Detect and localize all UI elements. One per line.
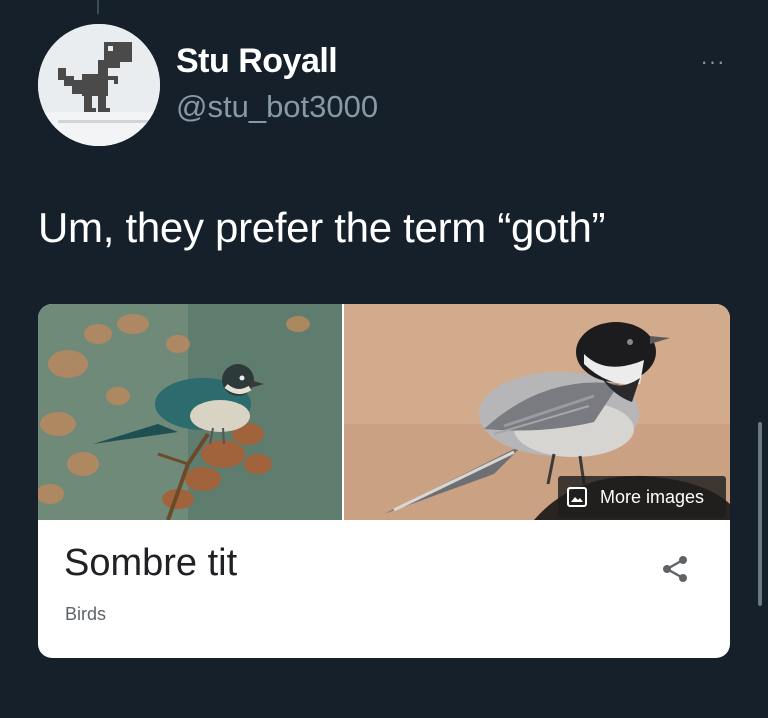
card-title[interactable]: Sombre tit [64,542,237,585]
image-icon [567,487,587,507]
author-handle[interactable]: @stu_bot3000 [176,89,378,125]
share-icon[interactable] [658,552,692,586]
bird-image-painting[interactable] [38,304,342,520]
more-options-icon[interactable]: ··· [698,51,728,73]
card-subtitle: Birds [65,604,107,624]
author-display-name[interactable]: Stu Royall [176,42,338,81]
thread-connector-line [97,0,99,14]
more-images-label: More images [600,486,705,507]
avatar[interactable] [38,24,160,146]
more-images-button[interactable]: More images [558,476,726,518]
search-result-card[interactable]: More images Sombre tit Birds [38,304,730,658]
scrollbar[interactable] [758,422,762,606]
pixel-dinosaur-icon [38,24,160,146]
tweet-text: Um, they prefer the term “goth” [38,204,606,251]
